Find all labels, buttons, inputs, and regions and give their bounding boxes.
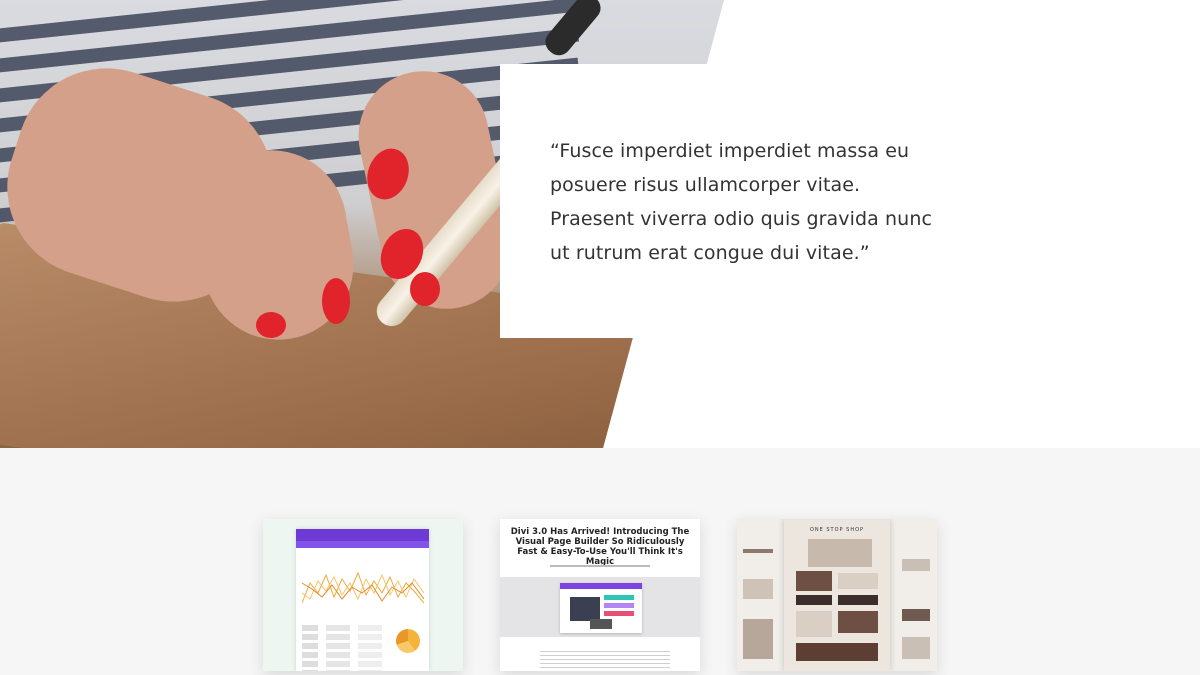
thumbnail-analytics-dashboard[interactable] — [263, 519, 463, 671]
testimonial-card: “Fusce imperdiet imperdiet massa eu posu… — [500, 64, 984, 338]
blog-headline: Divi 3.0 Has Arrived! Introducing The Vi… — [510, 527, 690, 567]
builder-screenshot — [560, 583, 642, 633]
testimonial-quote: “Fusce imperdiet imperdiet massa eu posu… — [550, 140, 933, 264]
shop-title: ONE STOP SHOP — [809, 527, 865, 533]
thumbnail-shop-layout[interactable]: ONE STOP SHOP — [737, 519, 937, 671]
dashboard-window — [296, 529, 429, 671]
line-chart-graphic — [302, 571, 424, 604]
thumbnail-blog-post[interactable]: Divi 3.0 Has Arrived! Introducing The Vi… — [500, 519, 700, 671]
showcase-section: Divi 3.0 Has Arrived! Introducing The Vi… — [0, 448, 1200, 675]
pie-chart-graphic — [396, 629, 420, 653]
page: “Fusce imperdiet imperdiet massa eu posu… — [0, 0, 1200, 675]
shop-page: ONE STOP SHOP — [784, 519, 890, 671]
